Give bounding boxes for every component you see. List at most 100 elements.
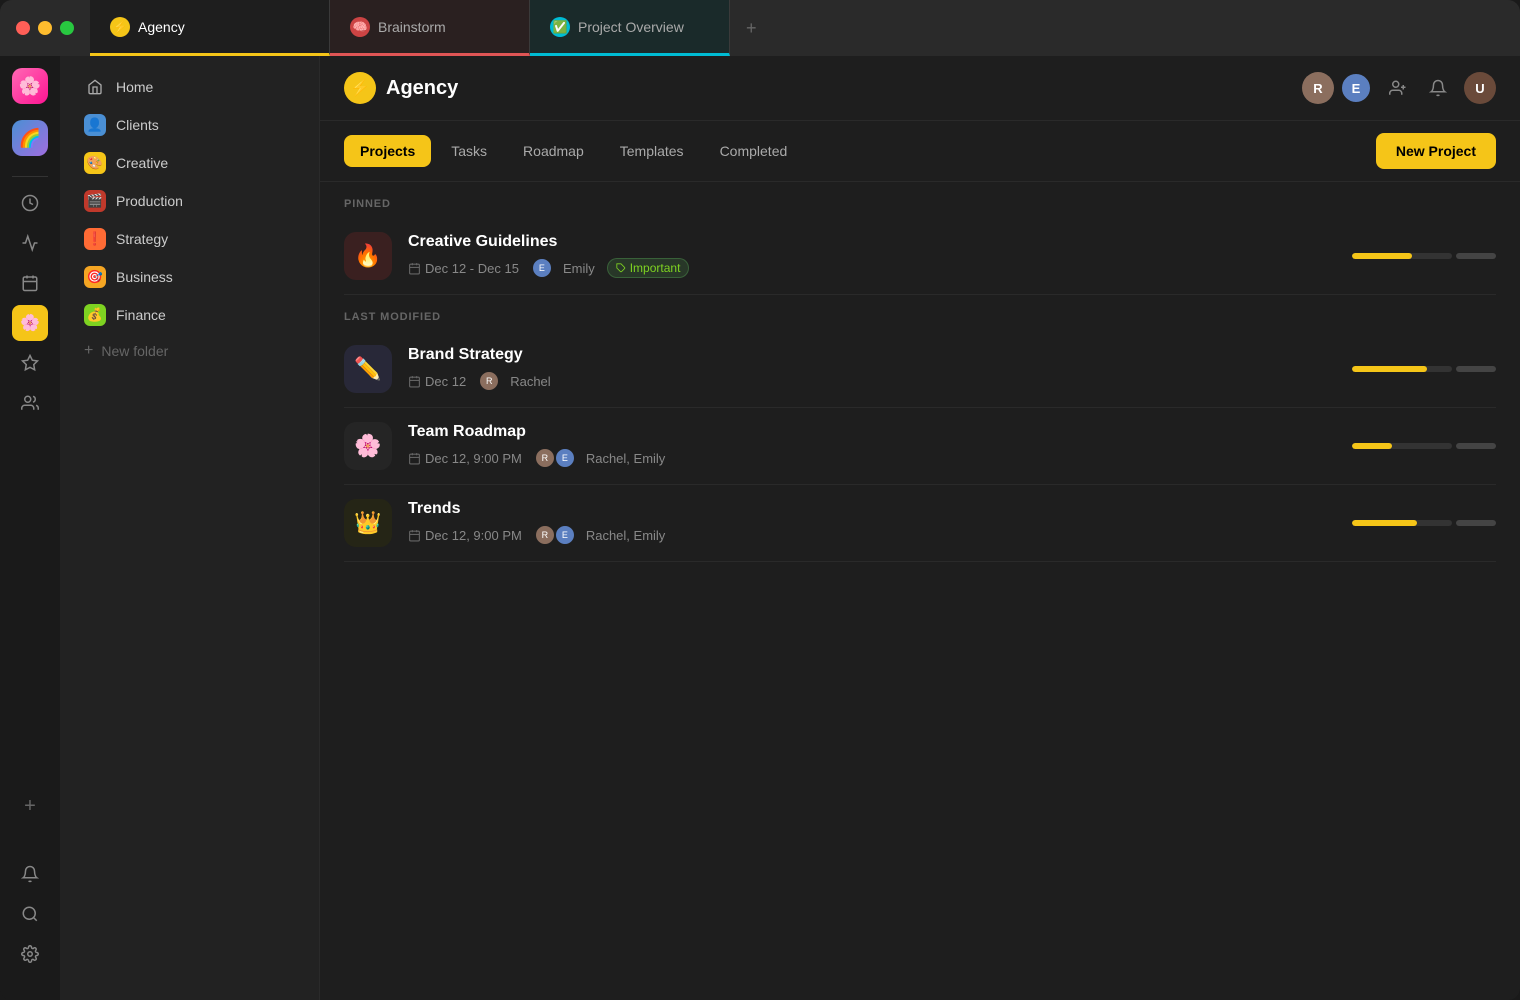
team-roadmap-info: Team Roadmap Dec 12, 9:00 PM R E [408, 423, 1336, 469]
sidebar-item-strategy-label: Strategy [116, 231, 168, 247]
avatar-user[interactable]: U [1464, 72, 1496, 104]
creative-icon: 🎨 [84, 152, 106, 174]
pinned-section-label: PINNED [344, 198, 1496, 210]
project-item-team-roadmap[interactable]: 🌸 Team Roadmap Dec 12, 9:00 PM R [344, 408, 1496, 485]
tab-bar: ⚡ Agency 🧠 Brainstorm ✅ Project Overview… [90, 0, 1520, 56]
team-roadmap-assignees: R E Rachel, Emily [534, 447, 665, 469]
brand-strategy-progress [1352, 366, 1452, 372]
creative-guidelines-assignee: E Emily [531, 257, 595, 279]
brand-strategy-icon: ✏️ [344, 345, 392, 393]
agency-tab-icon: ⚡ [110, 17, 130, 37]
sidebar-item-production[interactable]: 🎬 Production [68, 182, 311, 220]
emily-avatar-tr: E [554, 447, 576, 469]
tab-brainstorm[interactable]: 🧠 Brainstorm [330, 0, 530, 56]
creative-guidelines-date: Dec 12 - Dec 15 [408, 261, 519, 276]
trends-assignees-label: Rachel, Emily [586, 528, 665, 543]
trends-info: Trends Dec 12, 9:00 PM R E [408, 500, 1336, 546]
sidebar-item-creative[interactable]: 🎨 Creative [68, 144, 311, 182]
main-content: 🌸 🌈 🌸 [0, 56, 1520, 1000]
agency-tab-label: Agency [138, 19, 185, 35]
project-tab-label: Project Overview [578, 19, 684, 35]
sidebar-item-strategy[interactable]: ❗ Strategy [68, 220, 311, 258]
content-area: ⚡ Agency R E U [320, 56, 1520, 1000]
important-tag-label: Important [630, 261, 681, 275]
rachel-avatar-bs: R [478, 370, 500, 392]
trends-date-text: Dec 12, 9:00 PM [425, 528, 522, 543]
title-bar: ⚡ Agency 🧠 Brainstorm ✅ Project Overview… [0, 0, 1520, 56]
nav-sidebar: Home 👤 Clients 🎨 Creative 🎬 Production ❗… [60, 56, 320, 1000]
brand-strategy-date-text: Dec 12 [425, 374, 466, 389]
tab-templates[interactable]: Templates [604, 135, 700, 167]
avatar-rachel[interactable]: R [1302, 72, 1334, 104]
emily-avatar: E [531, 257, 553, 279]
tab-project-overview[interactable]: ✅ Project Overview [530, 0, 730, 56]
trends-icon: 👑 [344, 499, 392, 547]
sidebar-item-business-label: Business [116, 269, 173, 285]
sidebar-item-business[interactable]: 🎯 Business [68, 258, 311, 296]
icon-sidebar: 🌸 🌈 🌸 [0, 56, 60, 1000]
finance-icon: 💰 [84, 304, 106, 326]
trends-name: Trends [408, 500, 1336, 518]
people-icon[interactable] [12, 385, 48, 421]
team-roadmap-assignees-label: Rachel, Emily [586, 451, 665, 466]
tab-roadmap[interactable]: Roadmap [507, 135, 600, 167]
home-icon [84, 76, 106, 98]
tab-completed[interactable]: Completed [704, 135, 804, 167]
rainbow-app-icon[interactable]: 🌈 [12, 120, 48, 156]
avatar-emily[interactable]: E [1340, 72, 1372, 104]
sidebar-item-home-label: Home [116, 79, 153, 95]
new-project-button[interactable]: New Project [1376, 133, 1496, 169]
brand-strategy-info: Brand Strategy Dec 12 R Rachel [408, 346, 1336, 392]
team-roadmap-icon: 🌸 [344, 422, 392, 470]
team-roadmap-meta: Dec 12, 9:00 PM R E Rachel, Emily [408, 447, 1336, 469]
brainstorm-tab-label: Brainstorm [378, 19, 446, 35]
invite-member-icon[interactable] [1384, 74, 1412, 102]
minimize-button[interactable] [38, 21, 52, 35]
team-roadmap-date: Dec 12, 9:00 PM [408, 451, 522, 466]
project-item-trends[interactable]: 👑 Trends Dec 12, 9:00 PM R [344, 485, 1496, 562]
creative-guidelines-date-text: Dec 12 - Dec 15 [425, 261, 519, 276]
recent-icon[interactable] [12, 185, 48, 221]
trends-progress2 [1456, 520, 1496, 526]
trends-assignees: R E Rachel, Emily [534, 524, 665, 546]
content-header: ⚡ Agency R E U [320, 56, 1520, 121]
new-folder-button[interactable]: + New folder [68, 334, 311, 368]
maximize-button[interactable] [60, 21, 74, 35]
content-nav-tabs: Projects Tasks Roadmap Templates Complet… [320, 121, 1520, 182]
projects-list: PINNED 🔥 Creative Guidelines Dec 12 - De… [320, 182, 1520, 1000]
calendar-icon[interactable] [12, 265, 48, 301]
search-icon[interactable] [12, 896, 48, 932]
chart-icon[interactable] [12, 225, 48, 261]
trends-date: Dec 12, 9:00 PM [408, 528, 522, 543]
notification-icon[interactable] [12, 856, 48, 892]
brand-strategy-name: Brand Strategy [408, 346, 1336, 364]
business-icon: 🎯 [84, 266, 106, 288]
sidebar-item-clients[interactable]: 👤 Clients [68, 106, 311, 144]
brainstorm-tab-icon: 🧠 [350, 17, 370, 37]
tab-projects[interactable]: Projects [344, 135, 431, 167]
flower-app-icon[interactable]: 🌸 [12, 68, 48, 104]
star-icon[interactable] [12, 345, 48, 381]
project-item-creative-guidelines[interactable]: 🔥 Creative Guidelines Dec 12 - Dec 15 [344, 218, 1496, 295]
flower-nav-icon[interactable]: 🌸 [12, 305, 48, 341]
window-controls [0, 0, 90, 56]
creative-guidelines-progress2 [1456, 253, 1496, 259]
project-item-brand-strategy[interactable]: ✏️ Brand Strategy Dec 12 R [344, 331, 1496, 408]
sidebar-item-home[interactable]: Home [68, 68, 311, 106]
header-notification-icon[interactable] [1424, 74, 1452, 102]
tab-tasks[interactable]: Tasks [435, 135, 503, 167]
close-button[interactable] [16, 21, 30, 35]
content-title-text: Agency [386, 77, 458, 100]
creative-guidelines-meta: Dec 12 - Dec 15 E Emily Important [408, 257, 1336, 279]
brand-strategy-progress2 [1456, 366, 1496, 372]
clients-icon: 👤 [84, 114, 106, 136]
header-actions: R E U [1302, 72, 1496, 104]
sidebar-item-creative-label: Creative [116, 155, 168, 171]
settings-icon[interactable] [12, 936, 48, 972]
add-tab-button[interactable]: + [730, 0, 773, 56]
sidebar-item-finance[interactable]: 💰 Finance [68, 296, 311, 334]
tab-agency[interactable]: ⚡ Agency [90, 0, 330, 56]
emily-avatar-t: E [554, 524, 576, 546]
add-workspace-button[interactable]: + [12, 788, 48, 824]
content-title-icon: ⚡ [344, 72, 376, 104]
